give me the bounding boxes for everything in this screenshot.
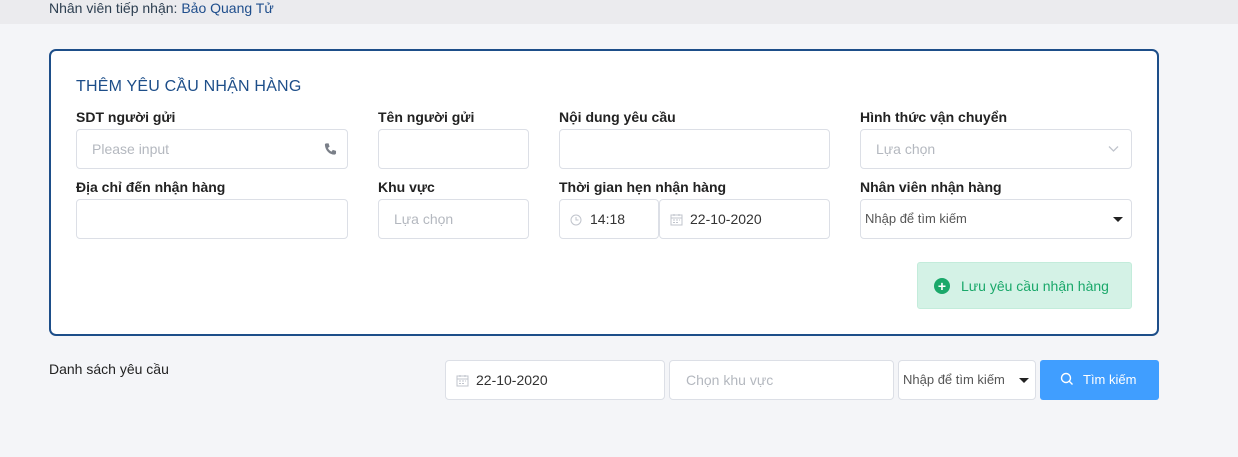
request-content-input[interactable] <box>559 129 830 169</box>
pickup-address-input[interactable] <box>76 199 348 239</box>
appointment-time-input[interactable]: 14:18 <box>559 199 659 239</box>
shipping-method-select[interactable]: Lựa chọn <box>860 129 1132 169</box>
pickup-staff-select[interactable]: Nhập để tìm kiếm <box>860 199 1132 239</box>
filter-staff-placeholder: Nhập để tìm kiếm <box>903 372 1005 387</box>
calendar-icon <box>670 214 683 226</box>
filter-area-placeholder: Chọn khu vực <box>686 372 774 388</box>
receiver-label: Nhân viên tiếp nhận: <box>49 0 178 16</box>
sender-phone-input[interactable]: Please input <box>76 129 348 169</box>
filter-date-value: 22-10-2020 <box>476 372 548 388</box>
search-button-label: Tìm kiếm <box>1083 372 1137 387</box>
appointment-label: Thời gian hẹn nhận hàng <box>559 179 727 195</box>
filter-staff-select[interactable]: Nhập để tìm kiếm <box>898 360 1036 400</box>
area-label: Khu vực <box>378 179 435 195</box>
calendar-icon <box>456 375 469 387</box>
appointment-time-value: 14:18 <box>590 211 626 227</box>
area-select[interactable]: Lựa chọn <box>378 199 529 239</box>
chevron-down-icon <box>1108 146 1119 152</box>
filter-date-input[interactable]: 22-10-2020 <box>445 360 665 400</box>
sender-phone-label: SDT người gửi <box>76 109 176 125</box>
receiver-name: Bảo Quang Tử <box>181 0 274 16</box>
request-content-label: Nội dung yêu cầu <box>559 109 676 125</box>
request-list-title: Danh sách yêu cầu <box>49 361 169 377</box>
add-request-card: THÊM YÊU CẦU NHẬN HÀNG SDT người gửi Tên… <box>49 49 1159 336</box>
shipping-method-label: Hình thức vận chuyển <box>860 109 1008 125</box>
filter-area-select[interactable]: Chọn khu vực <box>669 360 894 400</box>
sender-phone-placeholder: Please input <box>92 141 170 157</box>
search-button[interactable]: Tìm kiếm <box>1040 360 1159 400</box>
pickup-address-label: Địa chỉ đến nhận hàng <box>76 179 226 195</box>
form-title: THÊM YÊU CẦU NHẬN HÀNG <box>76 78 302 95</box>
receiver-info: Nhân viên tiếp nhận: Bảo Quang Tử <box>49 0 274 16</box>
caret-down-icon <box>1113 217 1123 222</box>
clock-icon <box>570 214 582 226</box>
shipping-method-placeholder: Lựa chọn <box>876 141 936 157</box>
phone-icon <box>324 143 337 155</box>
pickup-staff-placeholder: Nhập để tìm kiếm <box>865 211 967 226</box>
save-request-button[interactable]: + Lưu yêu cầu nhận hàng <box>917 262 1132 309</box>
appointment-date-input[interactable]: 22-10-2020 <box>659 199 830 239</box>
save-request-label: Lưu yêu cầu nhận hàng <box>961 278 1109 294</box>
top-bar: Nhân viên tiếp nhận: Bảo Quang Tử <box>0 0 1238 24</box>
sender-name-label: Tên người gửi <box>378 109 475 125</box>
appointment-date-value: 22-10-2020 <box>690 211 762 227</box>
pickup-staff-label: Nhân viên nhận hàng <box>860 179 1002 195</box>
caret-down-icon <box>1019 378 1029 383</box>
plus-circle-icon: + <box>934 278 950 294</box>
sender-name-input[interactable] <box>378 129 529 169</box>
area-placeholder: Lựa chọn <box>394 211 454 227</box>
search-icon <box>1060 372 1073 385</box>
